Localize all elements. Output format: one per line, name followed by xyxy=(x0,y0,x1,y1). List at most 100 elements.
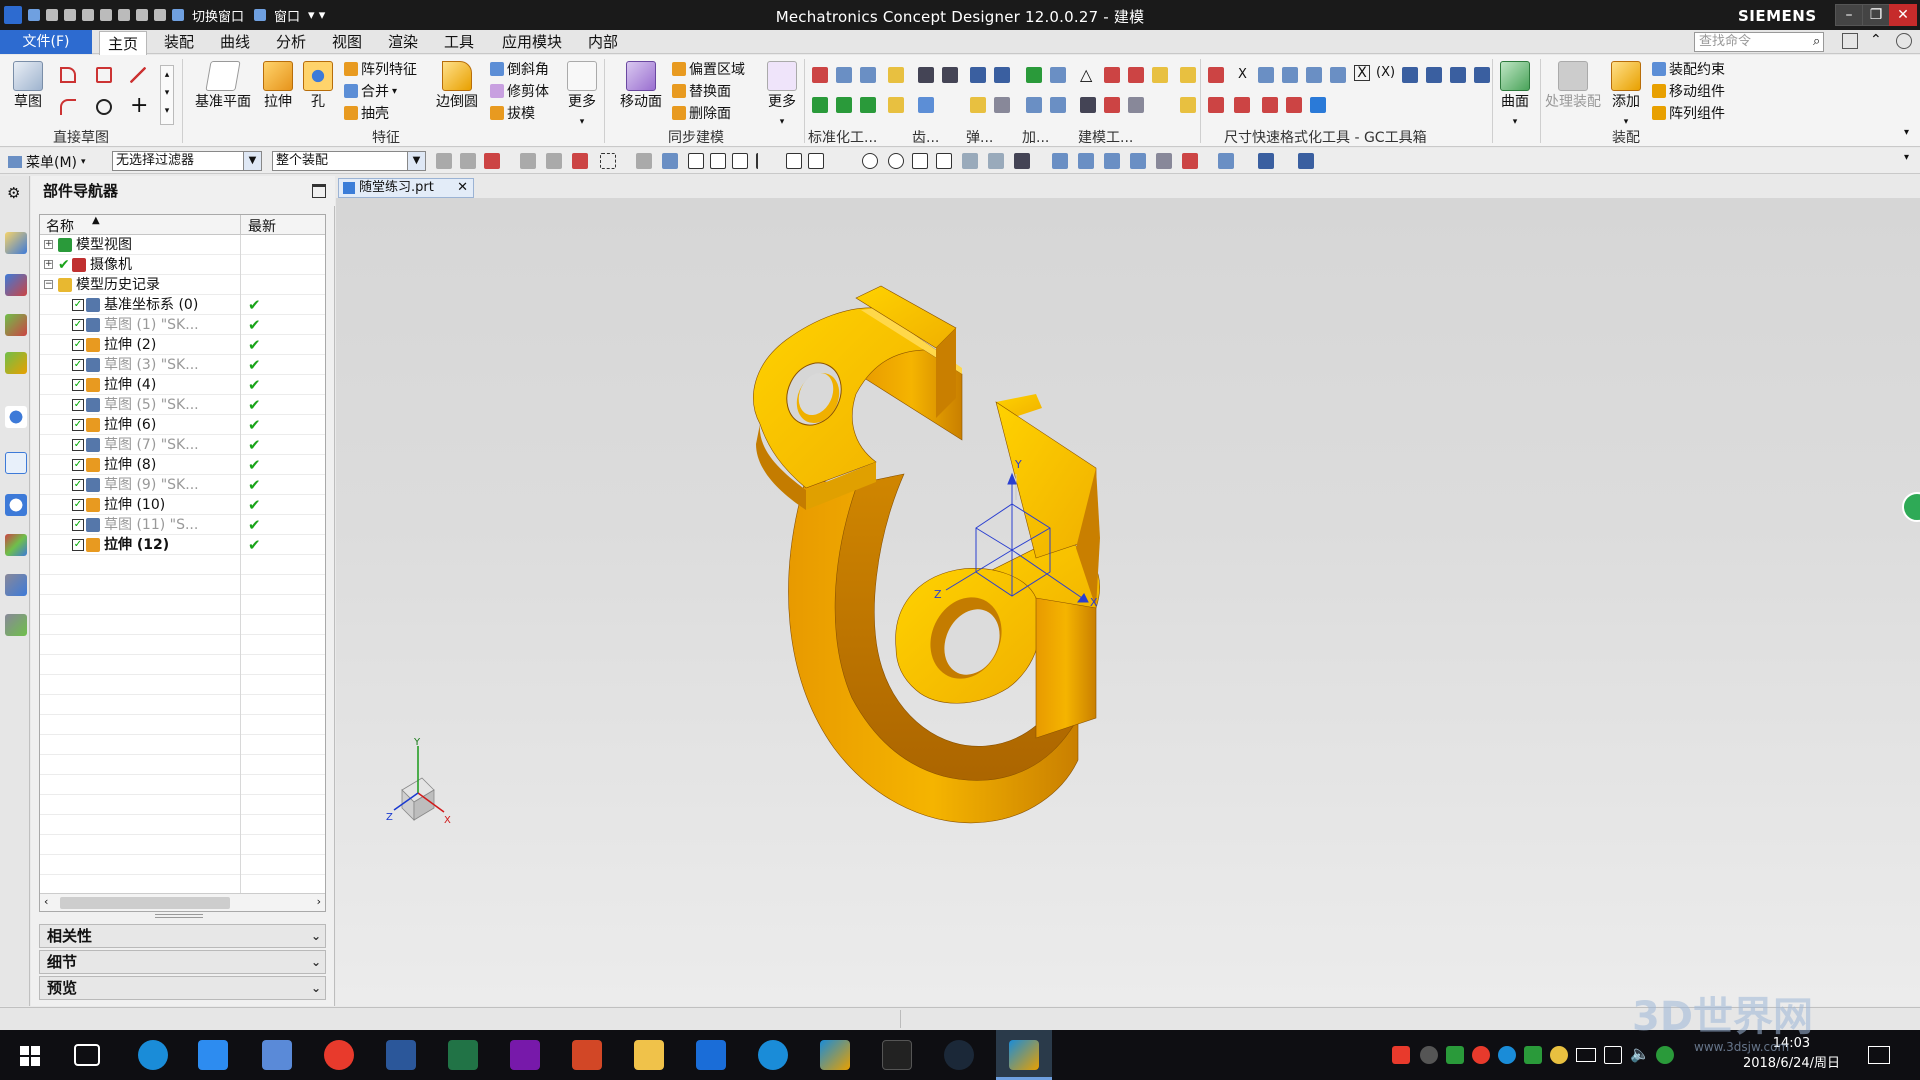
gc-tool-4-icon[interactable] xyxy=(888,67,904,83)
volume-icon[interactable]: 🔈 xyxy=(1630,1044,1650,1063)
rectangle-select-icon[interactable] xyxy=(600,153,616,169)
tab-internal[interactable]: 内部 xyxy=(580,30,626,54)
view-section-icon[interactable] xyxy=(1298,153,1314,169)
search-icon[interactable]: ⌕ xyxy=(1813,34,1820,49)
gc-tool-7-icon[interactable] xyxy=(860,97,876,113)
sync-tray-icon[interactable] xyxy=(1498,1046,1516,1064)
gear-tool-2-icon[interactable] xyxy=(942,67,958,83)
file-menu[interactable]: 文件(F) xyxy=(0,30,92,54)
pattern-component-button[interactable]: 阵列组件 xyxy=(1652,103,1725,123)
tab-assembly[interactable]: 装配 xyxy=(156,30,202,54)
ribbon-options-dropdown-icon[interactable]: ▾ xyxy=(1904,127,1909,138)
circle-icon[interactable] xyxy=(96,99,112,115)
more-sync-button[interactable]: 更多 ▾ xyxy=(764,61,800,131)
maximize-panel-icon[interactable] xyxy=(312,184,326,198)
offset-region-button[interactable]: 偏置区域 xyxy=(672,59,745,79)
tree-row[interactable]: − 模型历史记录 xyxy=(40,275,325,295)
tree-row[interactable]: ✓ 拉伸 (8) ✔ xyxy=(40,455,325,475)
view-pan-icon[interactable] xyxy=(1130,153,1146,169)
spring-tool-icon[interactable] xyxy=(970,67,986,83)
scroll-left-icon[interactable]: ‹ xyxy=(44,895,48,908)
dim-tool-5-icon[interactable] xyxy=(1330,67,1346,83)
snap-quadrant-icon[interactable] xyxy=(888,153,904,169)
add-tool-4-icon[interactable] xyxy=(1050,97,1066,113)
tab-curve[interactable]: 曲线 xyxy=(212,30,258,54)
point-icon[interactable]: + xyxy=(130,93,148,118)
network-icon[interactable] xyxy=(1604,1046,1622,1064)
sketch-gallery-scroll[interactable]: ▴ ▾ ▾ xyxy=(160,65,174,125)
gc-tool-8-icon[interactable] xyxy=(888,97,904,113)
snap-extra-icon[interactable] xyxy=(1014,153,1030,169)
add-tool-3-icon[interactable] xyxy=(1026,97,1042,113)
gc-tool-2-icon[interactable] xyxy=(836,67,852,83)
gc-tool-6-icon[interactable] xyxy=(836,97,852,113)
snap-face-icon[interactable] xyxy=(962,153,978,169)
snap-intersection-icon[interactable] xyxy=(786,153,802,169)
history-icon[interactable] xyxy=(5,494,27,516)
dim-tool-10-icon[interactable] xyxy=(1208,97,1224,113)
visibility-checkbox[interactable]: ✓ xyxy=(72,479,84,491)
visibility-checkbox[interactable]: ✓ xyxy=(72,499,84,511)
snap-curve-icon[interactable] xyxy=(756,153,772,169)
view-orient-icon[interactable] xyxy=(1218,153,1234,169)
document-tab[interactable]: 随堂练习.prt ✕ xyxy=(338,178,474,198)
tree-row[interactable]: ✓ 拉伸 (2) ✔ xyxy=(40,335,325,355)
tab-render[interactable]: 渲染 xyxy=(380,30,426,54)
snap-tool-8-icon[interactable] xyxy=(662,153,678,169)
browser-taskbar-icon[interactable] xyxy=(138,1040,168,1070)
onenote-taskbar-icon[interactable] xyxy=(510,1040,540,1070)
trim-body-button[interactable]: 修剪体 xyxy=(490,81,549,101)
reuse-library-icon[interactable] xyxy=(5,352,27,374)
close-button[interactable]: ✕ xyxy=(1889,4,1917,26)
scrollbar-thumb[interactable] xyxy=(60,897,230,909)
line-icon[interactable] xyxy=(130,67,146,83)
action-center-icon[interactable] xyxy=(1868,1046,1890,1064)
spring-tool-2-icon[interactable] xyxy=(994,67,1010,83)
snap-midpoint-icon[interactable] xyxy=(710,153,726,169)
collapse-ribbon-icon[interactable]: ⌃ xyxy=(1870,32,1882,48)
dim-tool-4-icon[interactable] xyxy=(1306,67,1322,83)
tool-extra-2-icon[interactable] xyxy=(1180,97,1196,113)
feishu-taskbar-icon[interactable] xyxy=(198,1040,228,1070)
tree-row[interactable]: ✓ 草图 (11) "S... ✔ xyxy=(40,515,325,535)
sogou-tray-icon[interactable] xyxy=(1392,1046,1410,1064)
snap-tool-1-icon[interactable] xyxy=(436,153,452,169)
tab-tools[interactable]: 工具 xyxy=(436,30,482,54)
netease-music-taskbar-icon[interactable] xyxy=(324,1040,354,1070)
view-fit-icon[interactable] xyxy=(1052,153,1068,169)
tree-row[interactable]: ✓ 草图 (3) "SK... ✔ xyxy=(40,355,325,375)
surface-button[interactable]: 曲面 ▾ xyxy=(1494,61,1536,131)
hook-part[interactable] xyxy=(753,285,1100,824)
tool-extra-icon[interactable] xyxy=(1180,67,1196,83)
powerpoint-taskbar-icon[interactable] xyxy=(572,1040,602,1070)
tree-row[interactable]: + 模型视图 xyxy=(40,235,325,255)
gear-tool-icon[interactable] xyxy=(918,67,934,83)
move-component-button[interactable]: 移动组件 xyxy=(1652,81,1725,101)
assembly-constraint-button[interactable]: 装配约束 xyxy=(1652,59,1725,79)
snap-tool-3-icon[interactable] xyxy=(484,153,500,169)
dim-tool-8-icon[interactable] xyxy=(1450,67,1466,83)
gc-tool-3-icon[interactable] xyxy=(860,67,876,83)
visibility-checkbox[interactable]: ✓ xyxy=(72,439,84,451)
column-header-latest[interactable]: 最新 xyxy=(248,216,276,236)
tree-row[interactable]: ✓ 拉伸 (6) ✔ xyxy=(40,415,325,435)
visibility-checkbox[interactable]: ✓ xyxy=(72,379,84,391)
windows-start-icon[interactable] xyxy=(20,1046,40,1066)
snap-endpoint-icon[interactable] xyxy=(688,153,704,169)
draft-button[interactable]: 拔模 xyxy=(490,103,535,123)
type-filter-select[interactable]: 无选择过滤器 ▼ xyxy=(112,151,262,171)
add-tool-icon[interactable] xyxy=(1026,67,1042,83)
visibility-checkbox[interactable]: ✓ xyxy=(72,399,84,411)
view-zoom-icon[interactable] xyxy=(1078,153,1094,169)
constraint-navigator-icon[interactable] xyxy=(5,314,27,336)
modeling-tool-2-icon[interactable] xyxy=(1104,67,1120,83)
expand-node-icon[interactable]: + xyxy=(44,240,53,249)
security-tray-icon[interactable] xyxy=(1550,1046,1568,1064)
view-rotate-icon[interactable] xyxy=(1104,153,1120,169)
gc-tool-1-icon[interactable] xyxy=(812,67,828,83)
part-navigator-icon[interactable] xyxy=(5,232,27,254)
file-explorer-taskbar-icon[interactable] xyxy=(634,1040,664,1070)
shield-tray-icon[interactable] xyxy=(1656,1046,1674,1064)
rectangle-icon[interactable] xyxy=(96,67,112,83)
edge-blend-button[interactable]: 边倒圆 xyxy=(432,61,482,111)
